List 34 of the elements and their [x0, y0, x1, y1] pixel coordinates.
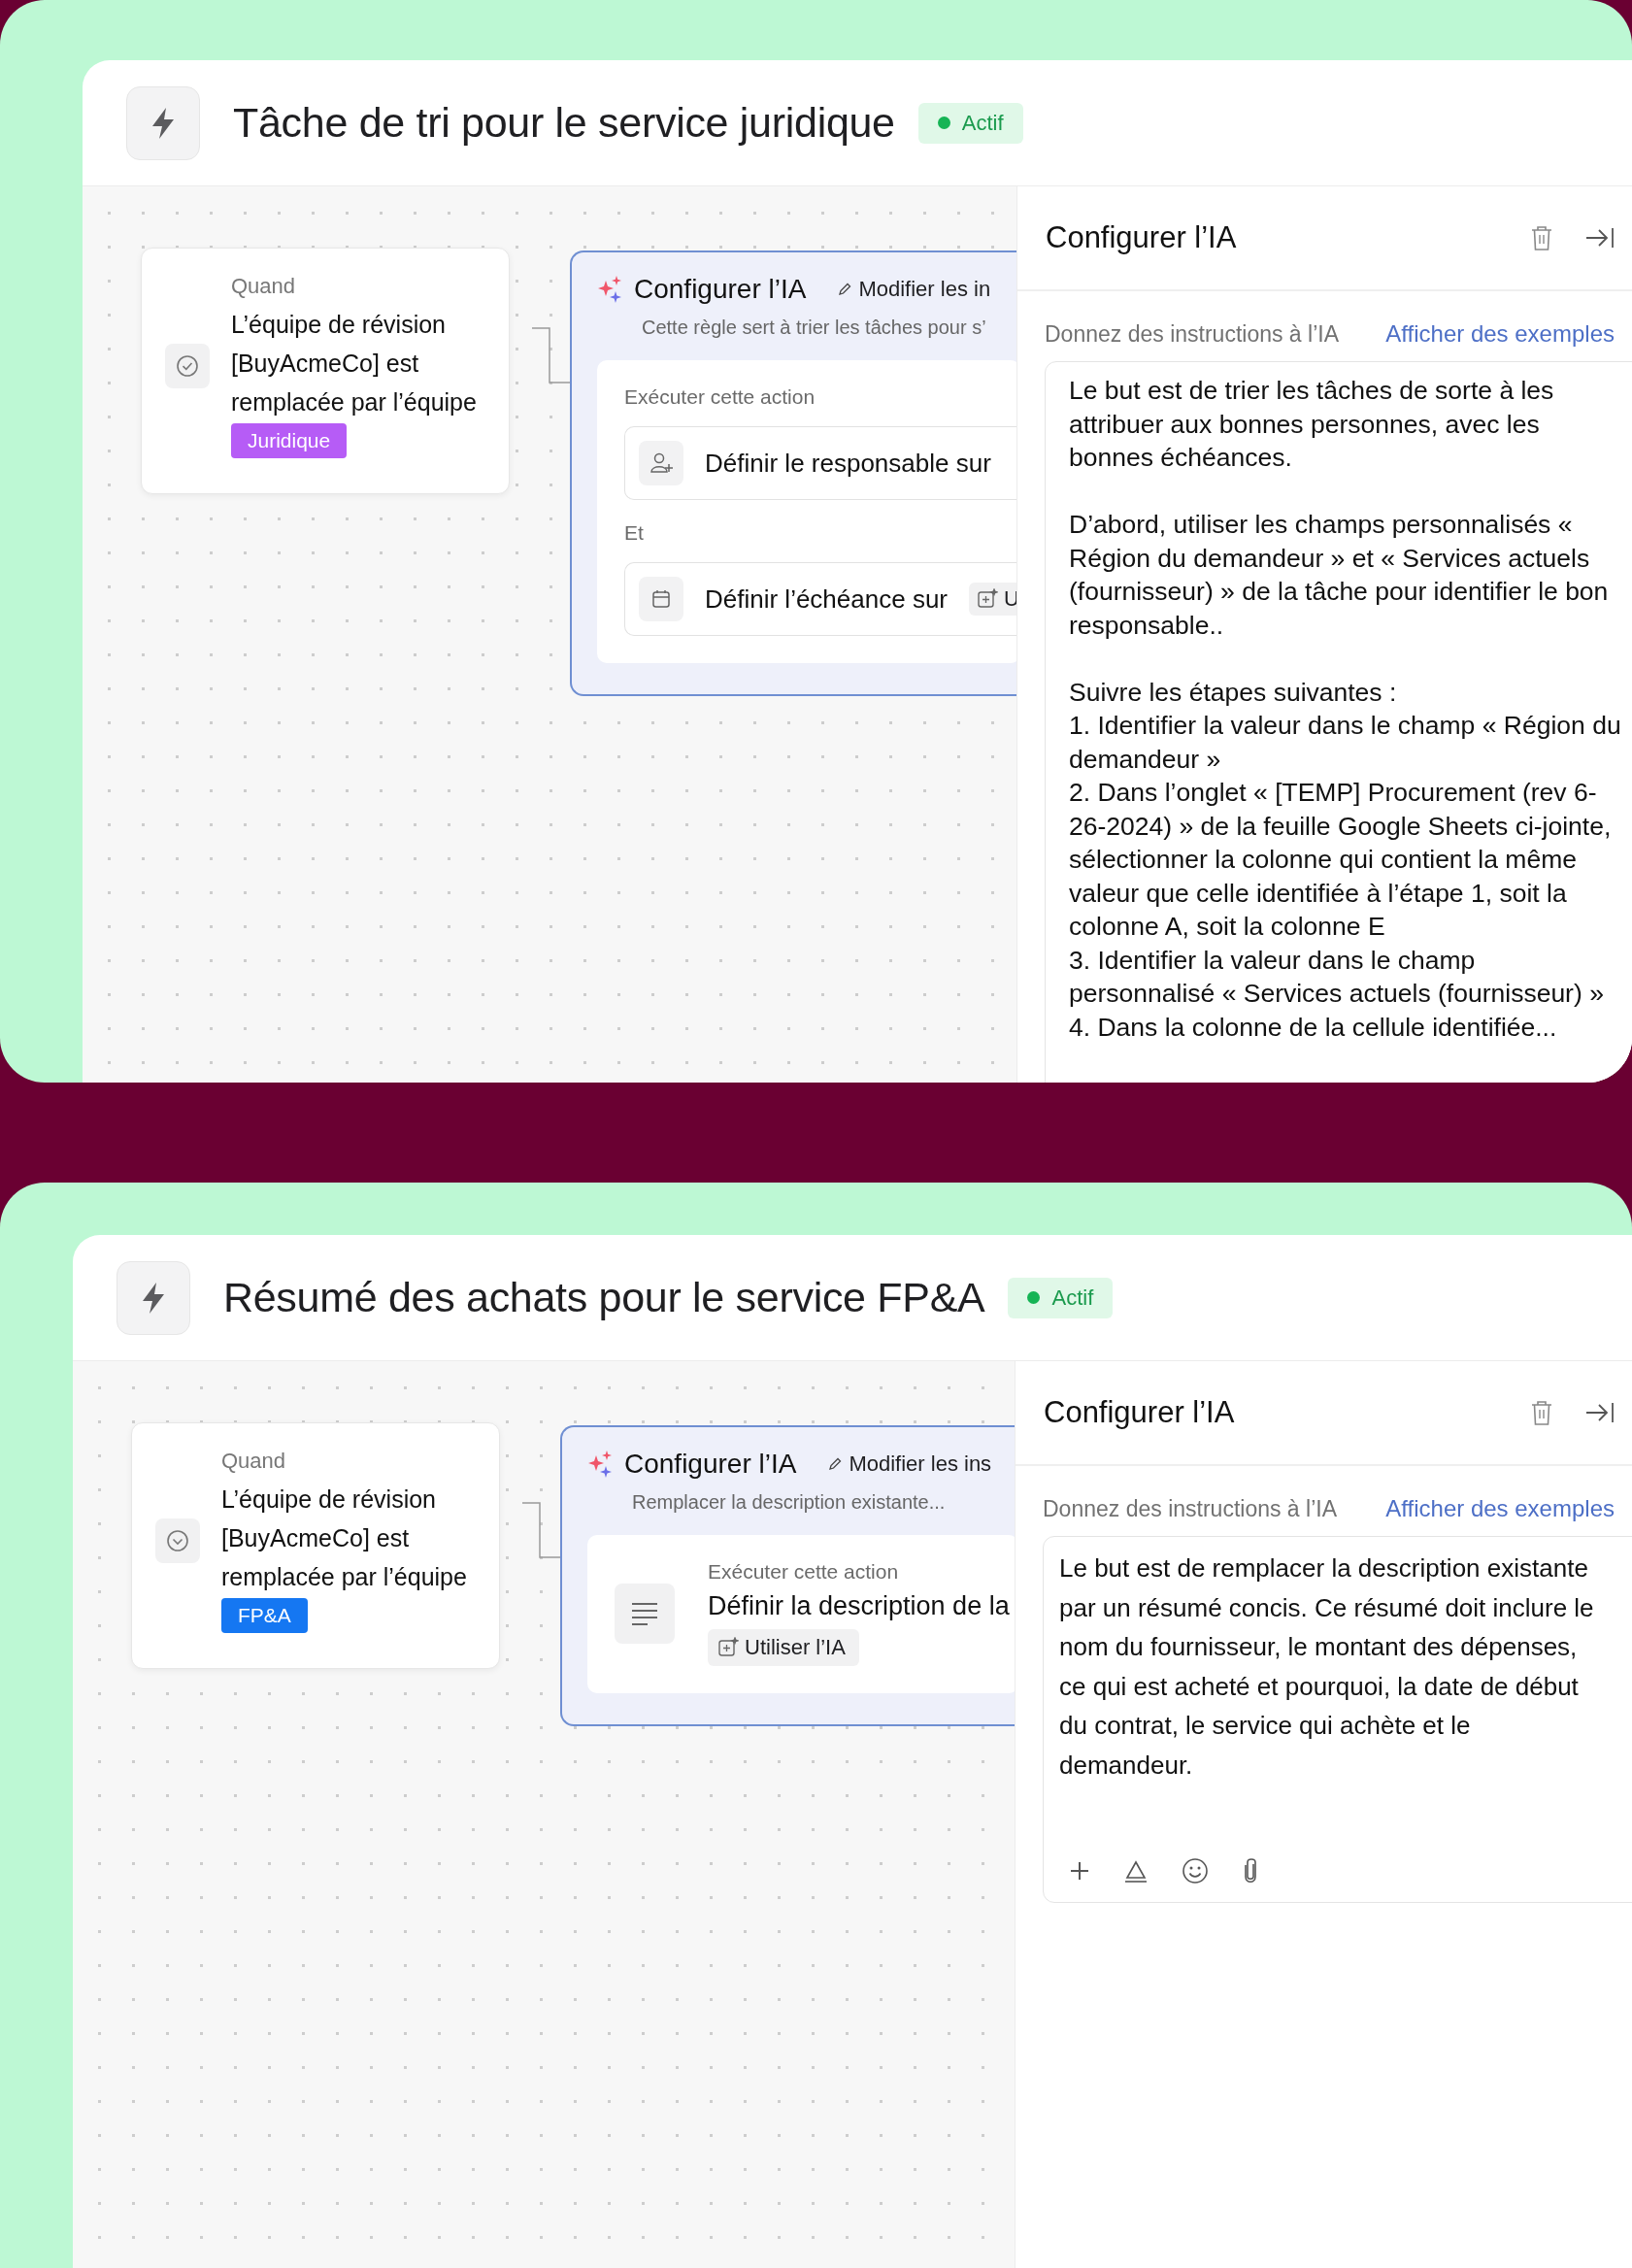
trigger-description: L’équipe de révision [BuyAcmeCo] est remplacée par l’équipe: [221, 1484, 468, 1592]
examples-link[interactable]: Afficher des exemples: [1385, 320, 1615, 348]
action-label: Exécuter cette action: [624, 385, 816, 409]
node-title: Configurer l’IA: [634, 274, 807, 305]
action-label: Exécuter cette action: [708, 1560, 899, 1584]
action-text: Définir l’échéance sur: [705, 584, 948, 615]
node-subtitle: Remplacer la description existante...: [632, 1491, 947, 1514]
trigger-label: Quand: [221, 1449, 286, 1474]
conjunction-label: Et: [624, 521, 645, 545]
team-tag: FP&A: [221, 1598, 308, 1633]
instructions-label: Donnez des instructions à l’IA: [1045, 320, 1339, 348]
team-tag: Juridique: [231, 423, 348, 458]
panel-title: Configurer l’IA: [1046, 220, 1238, 255]
trigger-card[interactable]: Quand L’équipe de révision [BuyAcmeCo] est remplacée par l’équipe Juridique: [141, 248, 510, 494]
instructions-text: Le but est de trier les tâches de sorte à les attribuer aux bonnes personnes, avec les bonnes échéances. D’abord, utiliser les champs personnalisés « Région du demandeur » et « Services actuels (fournisseur) » de la tâche pour identifier le bon responsable.. Suivre les étapes suivantes : 1. Identifier la valeur dans le champ « Région du demandeur » 2. Dans l’onglet « [TEMP] Procurement (rev 6-26-2024) » de la feuille Google Sheets ci-jointe, sélectionner la colonne qui contient la même valeur que celle identifiée à l’étape 1, soit la colonne A, soit la colonne E 3. Identifier la valeur dans le champ personnalisé « Services actuels (fournisseur) » 4. Dans la colonne de la cellule identifiée...: [1069, 375, 1622, 1044]
action-text: Définir la description de la: [708, 1591, 1010, 1621]
status-label: Actif: [1051, 1284, 1094, 1311]
examples-link[interactable]: Afficher des exemples: [1385, 1495, 1615, 1522]
status-label: Actif: [961, 110, 1004, 136]
trigger-card[interactable]: Quand L’équipe de révision [BuyAcmeCo] est remplacée par l’équipe FP&A: [131, 1422, 500, 1669]
instructions-text: Le but est de remplacer la description existante par un résumé concis. Ce résumé doit inclure le nom du fournisseur, le montant des dépenses, ce qui est acheté et pourquoi, la date de début du contrat, le service qui achète et le demandeur.: [1059, 1552, 1595, 1782]
node-subtitle: Cette règle sert à trier les tâches pour s’: [642, 317, 987, 339]
trigger-description: L’équipe de révision [BuyAcmeCo] est remplacée par l’équipe: [231, 310, 478, 417]
window-title: Tâche de tri pour le service juridique: [233, 99, 895, 147]
ai-chip[interactable]: Utiliser l’IA: [708, 1629, 859, 1666]
action-row[interactable]: Définir le responsable sur: [624, 426, 1016, 500]
node-title: Configurer l’IA: [624, 1449, 797, 1480]
trigger-label: Quand: [231, 274, 296, 299]
action-text: Définir le responsable sur: [705, 448, 991, 479]
panel-title: Configurer l’IA: [1044, 1395, 1236, 1430]
ai-chip-label[interactable]: Utiliser l’IA: [745, 1635, 846, 1660]
instructions-label: Donnez des instructions à l’IA: [1043, 1495, 1337, 1522]
ai-node-card[interactable]: Configurer l’IA Modifier les ins Remplacer la description existante... Exécuter cette action Définir la description de la Utiliser l’IA: [560, 1425, 1015, 1726]
window-title: Résumé des achats pour le service FP&A: [223, 1274, 985, 1321]
